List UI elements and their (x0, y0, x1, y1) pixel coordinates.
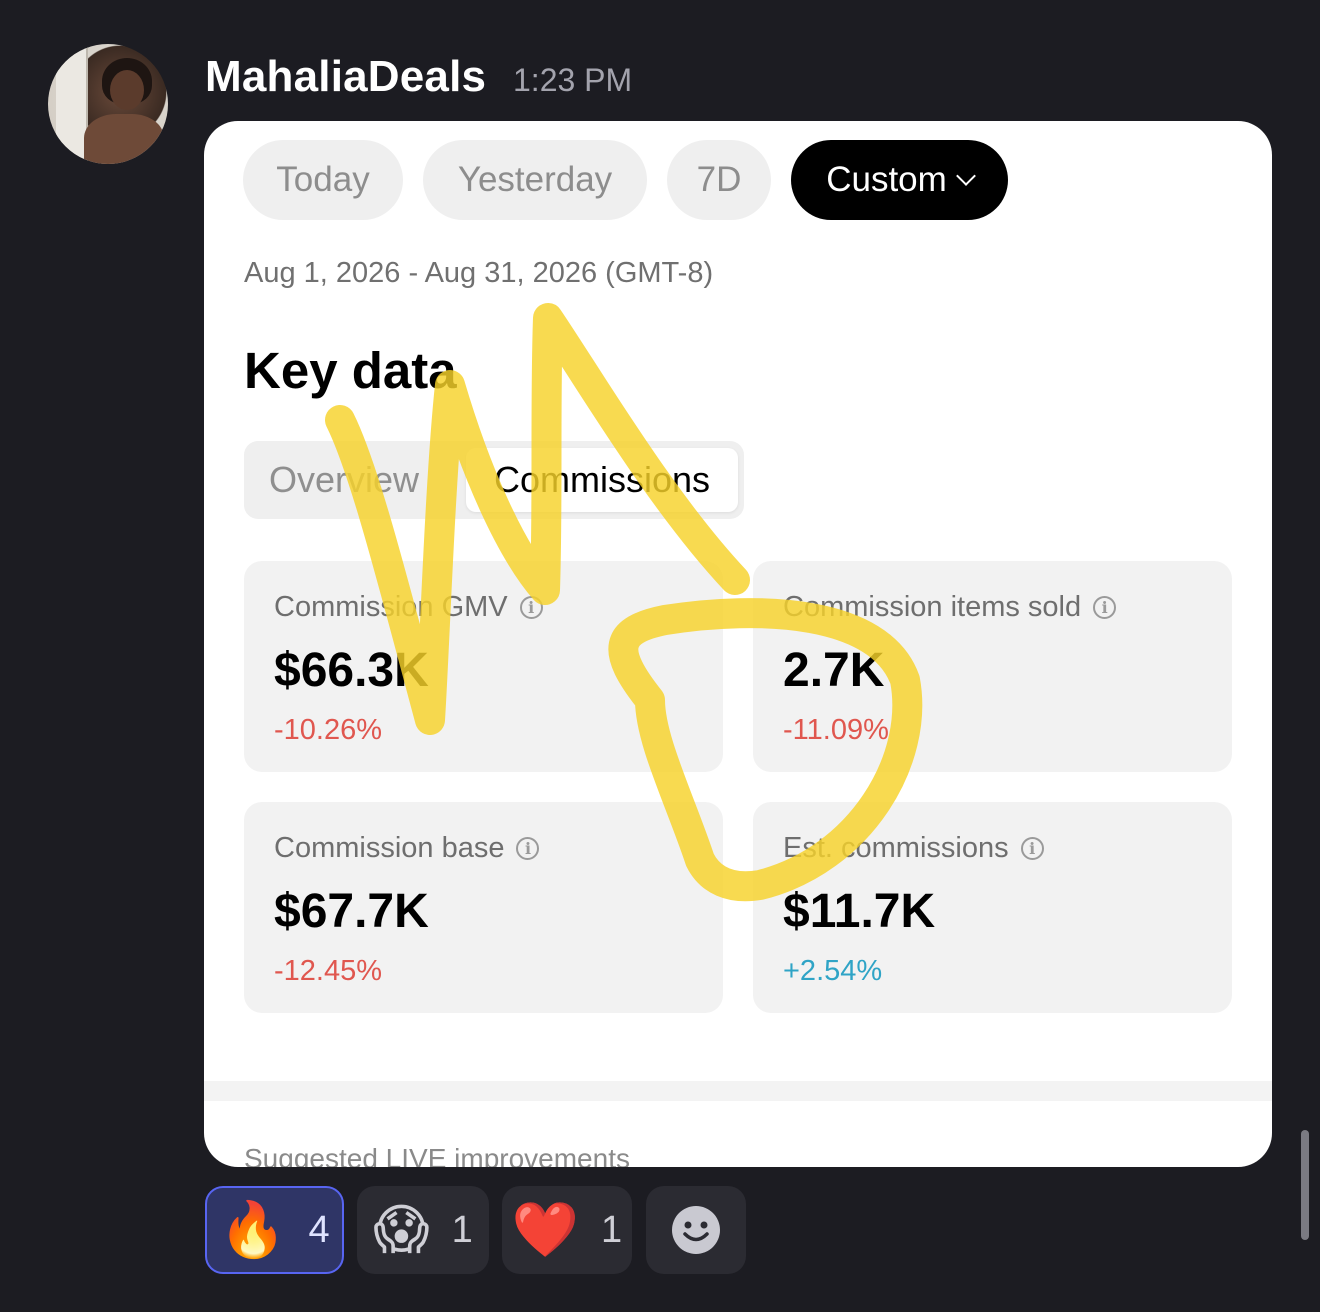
next-section-title: Suggested LIVE improvements (244, 1143, 630, 1167)
tab-custom-label: Custom (826, 160, 947, 199)
scream-face-icon: 😱 (373, 1200, 430, 1260)
tab-7d[interactable]: 7D (667, 140, 771, 220)
date-range: Aug 1, 2026 - Aug 31, 2026 (GMT-8) (244, 257, 714, 289)
metric-label-text: Commission GMV (274, 591, 508, 623)
metric-value: $66.3K (274, 644, 429, 697)
metric-card-commission-base[interactable]: Commission base i $67.7K -12.45% (244, 802, 723, 1013)
metric-label-text: Est. commissions (783, 832, 1009, 864)
section-title: Key data (244, 342, 457, 399)
reaction-count: 1 (601, 1208, 623, 1251)
metric-value: $67.7K (274, 885, 429, 938)
segment-overview[interactable]: Overview (269, 441, 419, 519)
info-icon[interactable]: i (519, 596, 543, 619)
info-icon[interactable]: i (1020, 837, 1044, 860)
metric-delta: -12.45% (274, 955, 383, 987)
reaction-heart[interactable]: ❤️ 1 (502, 1186, 632, 1274)
metric-card-commission-items-sold[interactable]: Commission items sold i 2.7K -11.09% (753, 561, 1232, 772)
add-reaction-icon (672, 1206, 720, 1254)
reaction-fire[interactable]: 🔥 4 (205, 1186, 344, 1274)
heart-icon: ❤️ (511, 1200, 580, 1260)
username[interactable]: MahaliaDeals (205, 52, 486, 102)
add-reaction-button[interactable] (646, 1186, 746, 1274)
metric-label-text: Commission items sold (783, 591, 1082, 623)
segment-commissions[interactable]: Commissions (466, 448, 738, 512)
info-icon[interactable]: i (516, 837, 540, 860)
reaction-scream[interactable]: 😱 1 (357, 1186, 489, 1274)
screenshot-attachment[interactable]: Today Yesterday 7D Custom Aug 1, 2026 - … (204, 121, 1272, 1167)
tab-custom[interactable]: Custom (791, 140, 1008, 220)
segment-control: Overview Commissions (244, 441, 744, 519)
metric-delta: -11.09% (783, 714, 889, 746)
avatar-face (110, 70, 144, 110)
metric-label: Commission base i (274, 832, 540, 865)
tab-yesterday[interactable]: Yesterday (423, 140, 647, 220)
reaction-count: 4 (308, 1208, 330, 1251)
metric-card-commission-gmv[interactable]: Commission GMV i $66.3K -10.26% (244, 561, 723, 772)
info-icon[interactable]: i (1093, 596, 1117, 619)
scrollbar[interactable] (1301, 1130, 1309, 1240)
metric-value: 2.7K (783, 644, 885, 697)
message-timestamp: 1:23 PM (513, 62, 633, 98)
metric-label: Est. commissions i (783, 832, 1044, 865)
metric-delta: -10.26% (274, 714, 383, 746)
metric-label: Commission GMV i (274, 591, 543, 624)
reaction-count: 1 (451, 1208, 473, 1251)
fire-icon: 🔥 (219, 1200, 287, 1260)
metric-card-est-commissions[interactable]: Est. commissions i $11.7K +2.54% (753, 802, 1232, 1013)
avatar-body (84, 114, 164, 164)
metric-label-text: Commission base (274, 832, 505, 864)
metric-value: $11.7K (783, 885, 936, 938)
chevron-down-icon (955, 166, 976, 186)
section-divider (204, 1081, 1272, 1101)
tab-today[interactable]: Today (243, 140, 403, 220)
metric-label: Commission items sold i (783, 591, 1117, 624)
metric-delta: +2.54% (783, 955, 883, 987)
avatar[interactable] (48, 44, 168, 164)
